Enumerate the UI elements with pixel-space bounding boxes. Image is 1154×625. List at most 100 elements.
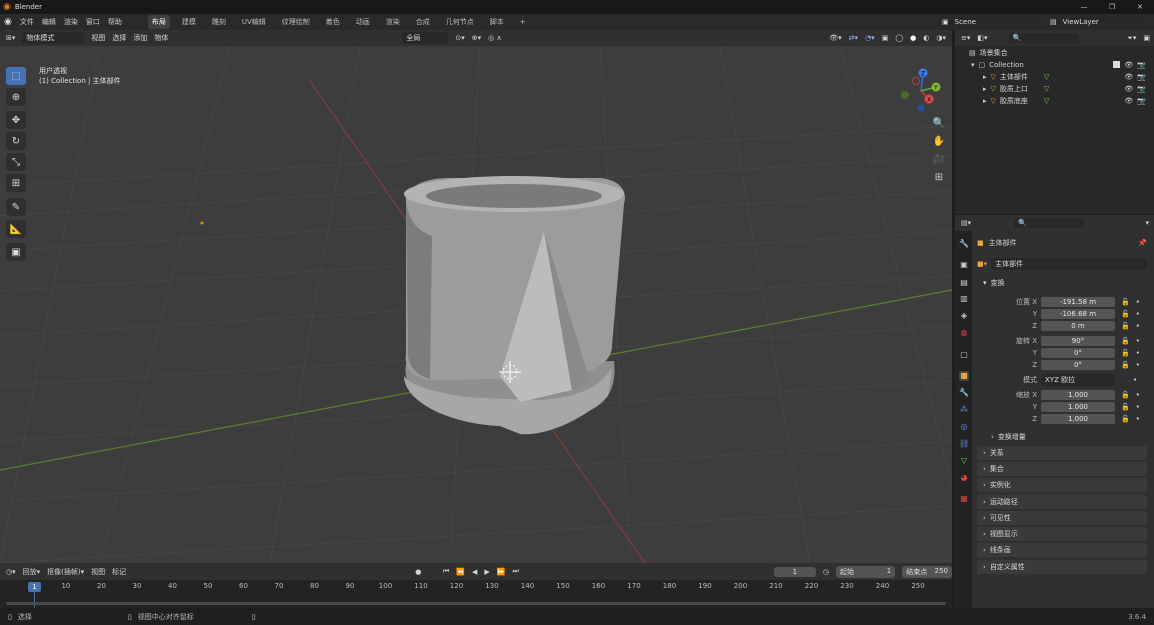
display-mode-icon[interactable]: ◧▾ xyxy=(977,34,987,42)
texture-tab-icon[interactable]: ▦ xyxy=(959,494,969,504)
keyframe-dot-icon[interactable]: • xyxy=(1136,391,1140,399)
visibility-panel[interactable]: › 可见性 xyxy=(977,511,1147,525)
menu-keying[interactable]: 抠像(插帧)▾ xyxy=(47,567,84,577)
physics-tab-icon[interactable]: ◎ xyxy=(959,422,969,432)
keyframe-dot-icon[interactable]: • xyxy=(1136,310,1140,318)
end-frame-field[interactable]: 结束点 250 xyxy=(902,565,953,578)
mode-dropdown[interactable]: 物体模式 xyxy=(22,32,85,44)
camera-view-icon[interactable]: 🎥 xyxy=(932,152,946,166)
tab-texture-paint[interactable]: 纹理绘制 xyxy=(278,15,314,29)
lock-icon[interactable]: 🔓 xyxy=(1121,349,1130,357)
keyframe-dot-icon[interactable]: • xyxy=(1136,361,1140,369)
lock-icon[interactable]: 🔓 xyxy=(1121,298,1130,306)
play-reverse-icon[interactable]: ◀ xyxy=(472,568,477,576)
lock-icon[interactable]: 🔓 xyxy=(1121,391,1130,399)
camera-icon[interactable]: 📷 xyxy=(1137,85,1146,93)
transform-panel-header[interactable]: ▾ 变换 xyxy=(977,276,1147,290)
particles-tab-icon[interactable]: ⁂ xyxy=(959,405,969,415)
proportional-edit-icon[interactable]: ◎ ∧ xyxy=(488,34,501,42)
tab-rendering[interactable]: 渲染 xyxy=(382,15,404,29)
scale-z-field[interactable]: 1.000 xyxy=(1041,413,1115,424)
current-frame-marker[interactable]: 1 xyxy=(28,582,41,592)
keyframe-dot-icon[interactable]: • xyxy=(1136,337,1140,345)
tool-tab-icon[interactable]: 🔧 xyxy=(959,239,969,249)
collection-tab-icon[interactable]: ▢ xyxy=(959,350,969,360)
properties-search-input[interactable]: 🔍 xyxy=(1014,218,1085,228)
timeline-scrollbar[interactable] xyxy=(6,602,946,605)
properties-editor-icon[interactable]: ▤▾ xyxy=(961,219,971,227)
keyframe-dot-icon[interactable]: • xyxy=(1136,403,1140,411)
scene-tab-icon[interactable]: ◈ xyxy=(959,311,969,321)
keyframe-dot-icon[interactable]: • xyxy=(1136,322,1140,330)
material-shading-icon[interactable]: ◐ xyxy=(923,34,929,42)
location-y-field[interactable]: -106.68 m xyxy=(1041,308,1115,319)
data-tab-icon[interactable]: ▽ xyxy=(959,456,969,466)
lock-icon[interactable]: 🔓 xyxy=(1121,403,1130,411)
render-tab-icon[interactable]: ▣ xyxy=(959,260,969,270)
keyframe-dot-icon[interactable]: • xyxy=(1136,415,1140,423)
editor-type-icon[interactable]: ⊞▾ xyxy=(6,34,15,42)
solid-shading-icon[interactable]: ● xyxy=(910,34,916,42)
filter-icon[interactable]: ⏷▾ xyxy=(1127,34,1136,43)
menu-help[interactable]: 帮助 xyxy=(108,17,122,27)
lock-icon[interactable]: 🔓 xyxy=(1121,415,1130,423)
delta-transform-panel[interactable]: › 变换增量 xyxy=(985,430,1147,444)
view-layer-tab-icon[interactable]: ▥ xyxy=(959,294,969,304)
tool-move[interactable]: ✥ xyxy=(6,111,26,129)
add-workspace-button[interactable]: + xyxy=(516,16,530,28)
prev-keyframe-icon[interactable]: ⏪ xyxy=(456,568,465,576)
pin-icon[interactable]: 📌 xyxy=(1138,239,1147,247)
line-art-panel[interactable]: › 线条画 xyxy=(977,543,1147,557)
menu-file[interactable]: 文件 xyxy=(20,17,34,27)
tab-scripting[interactable]: 脚本 xyxy=(486,15,508,29)
rotation-y-field[interactable]: 0° xyxy=(1041,347,1115,358)
gizmo-toggle-icon[interactable]: ⇄▾ xyxy=(849,34,858,42)
menu-add[interactable]: 添加 xyxy=(133,33,147,43)
blender-menu-icon[interactable]: ◉ xyxy=(4,17,12,27)
location-z-field[interactable]: 0 m xyxy=(1041,320,1115,331)
overlay-toggle-icon[interactable]: ◔▾ xyxy=(865,34,875,42)
scale-x-field[interactable]: 1.000 xyxy=(1041,389,1115,400)
expand-icon[interactable]: ▸ xyxy=(983,97,987,105)
object-name-field[interactable]: 主体部件 xyxy=(991,257,1147,270)
outliner-editor-icon[interactable]: ≡▾ xyxy=(961,34,970,42)
rotation-z-field[interactable]: 0° xyxy=(1041,359,1115,370)
material-tab-icon[interactable]: ◕ xyxy=(959,473,969,483)
collections-panel[interactable]: › 集合 xyxy=(977,462,1147,476)
auto-keying-icon[interactable]: ● xyxy=(415,568,421,576)
world-tab-icon[interactable]: ◍ xyxy=(959,328,969,338)
tool-select-box[interactable]: ⬚ xyxy=(6,67,26,85)
jump-end-icon[interactable]: ⏭ xyxy=(512,567,518,576)
object-icon[interactable]: ■▾ xyxy=(977,260,987,268)
visibility-icon[interactable]: 👁▾ xyxy=(829,34,841,42)
custom-properties-panel[interactable]: › 自定义属性 xyxy=(977,560,1147,574)
maximize-button[interactable]: ❐ xyxy=(1098,3,1126,11)
eye-icon[interactable]: 👁 xyxy=(1124,73,1133,81)
menu-select[interactable]: 选择 xyxy=(112,33,126,43)
jump-start-icon[interactable]: ⏮ xyxy=(443,567,449,576)
collection-exclude-checkbox[interactable] xyxy=(1113,61,1121,68)
constraints-tab-icon[interactable]: ⛓ xyxy=(959,439,969,449)
rotation-mode-dropdown[interactable]: XYZ 欧拉 xyxy=(1041,373,1115,386)
navigation-gizmo[interactable]: Z X Y xyxy=(896,66,946,116)
scene-selector[interactable]: ▣ Scene xyxy=(938,17,1038,27)
3d-viewport[interactable]: 用户透视 (1) Collection | 主体部件 ⬚ ⊕ ✥ ↻ ⤡ ⊞ ✎… xyxy=(0,46,952,563)
tab-modeling[interactable]: 建模 xyxy=(178,15,200,29)
menu-object[interactable]: 物体 xyxy=(154,33,168,43)
main-body-object[interactable] xyxy=(404,176,625,435)
lock-icon[interactable]: 🔓 xyxy=(1121,337,1130,345)
tab-geometry-nodes[interactable]: 几何节点 xyxy=(442,15,478,29)
menu-render[interactable]: 渲染 xyxy=(64,17,78,27)
outliner-search-input[interactable]: 🔍 xyxy=(1008,33,1079,43)
clock-icon[interactable]: ◷ xyxy=(823,568,829,576)
location-x-field[interactable]: -191.58 m xyxy=(1041,296,1115,307)
eye-icon[interactable]: 👁 xyxy=(1124,61,1133,69)
xray-toggle-icon[interactable]: ▣ xyxy=(882,34,889,42)
outliner-object-base[interactable]: ▸ ▽ 胶质底座 ▽ 👁 📷 xyxy=(983,95,1146,106)
expand-icon[interactable]: ▾ xyxy=(971,61,975,69)
current-frame-field[interactable]: 1 xyxy=(773,566,816,577)
outliner-object-top[interactable]: ▸ ▽ 胶质上口 ▽ 👁 📷 xyxy=(983,83,1146,94)
menu-view[interactable]: 视图 xyxy=(91,33,105,43)
rotation-x-field[interactable]: 90° xyxy=(1041,335,1115,346)
transform-orientation-dropdown[interactable]: 全局 xyxy=(402,32,449,44)
